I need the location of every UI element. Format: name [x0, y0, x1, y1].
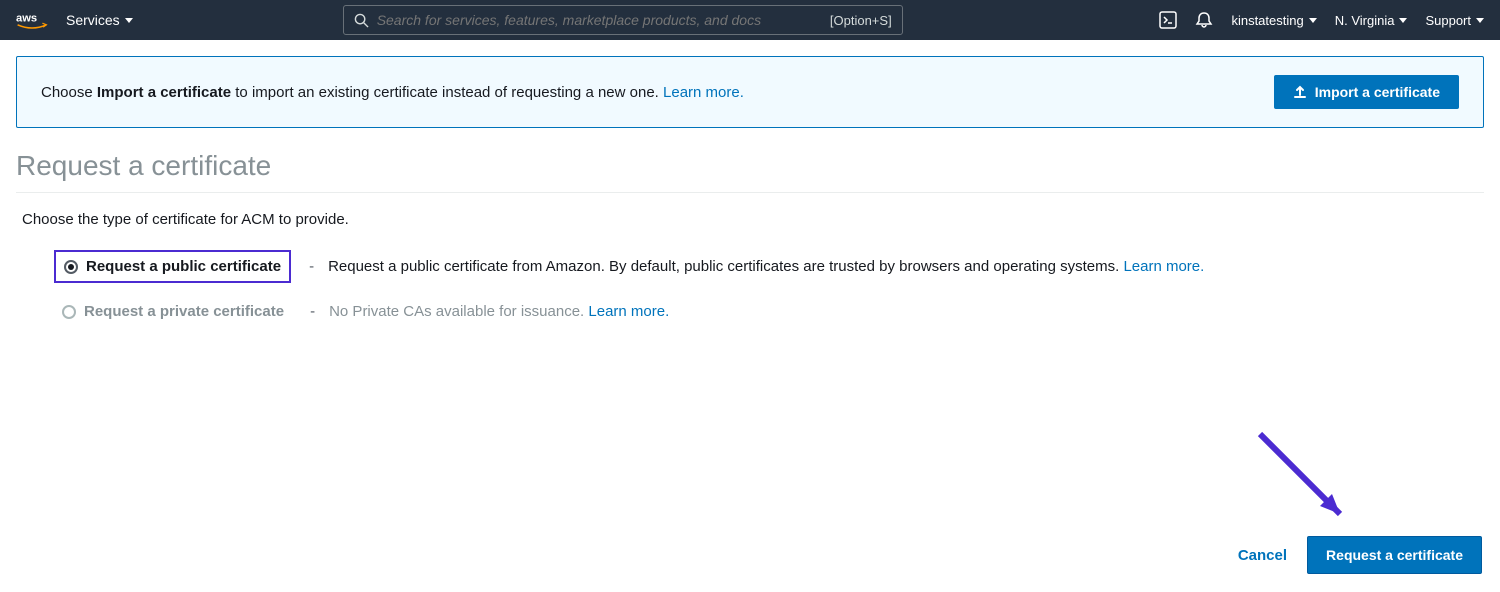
caret-down-icon [125, 18, 133, 23]
option-public-description: Request a public certificate from Amazon… [328, 258, 1204, 275]
option-private-row: Request a private certificate - No Priva… [54, 297, 1484, 326]
option-private-label: Request a private certificate [84, 303, 284, 320]
search-input[interactable] [377, 12, 830, 28]
account-menu[interactable]: kinstatesting [1231, 13, 1316, 28]
banner-prefix: Choose [41, 84, 97, 101]
upload-icon [1293, 85, 1307, 99]
account-label: kinstatesting [1231, 13, 1303, 28]
region-label: N. Virginia [1335, 13, 1395, 28]
option-private-radio[interactable]: Request a private certificate [54, 297, 292, 326]
aws-logo[interactable]: aws [16, 10, 48, 30]
import-button-label: Import a certificate [1315, 84, 1440, 100]
radio-unchecked-icon [62, 305, 76, 319]
banner-suffix: to import an existing certificate instea… [231, 84, 663, 101]
footer-actions: Cancel Request a certificate [1238, 536, 1482, 574]
services-menu[interactable]: Services [66, 12, 133, 28]
option-public-label: Request a public certificate [86, 258, 281, 275]
bell-icon[interactable] [1195, 11, 1213, 29]
certificate-type-options: Request a public certificate - Request a… [16, 250, 1484, 326]
search-shortcut: [Option+S] [830, 13, 892, 28]
option-public-radio[interactable]: Request a public certificate [54, 250, 291, 283]
search-box[interactable]: [Option+S] [343, 5, 903, 35]
option-dash: - [309, 258, 314, 275]
support-label: Support [1425, 13, 1471, 28]
request-certificate-button[interactable]: Request a certificate [1307, 536, 1482, 574]
caret-down-icon [1309, 18, 1317, 23]
services-label: Services [66, 12, 120, 28]
main-content: Choose Import a certificate to import an… [0, 40, 1500, 356]
import-certificate-button[interactable]: Import a certificate [1274, 75, 1459, 109]
annotation-arrow [1250, 424, 1360, 537]
cancel-button[interactable]: Cancel [1238, 547, 1287, 564]
aws-header: aws Services [Option+S] kinstatesting N.… [0, 0, 1500, 40]
banner-strong: Import a certificate [97, 84, 231, 101]
option-public-learn-more-link[interactable]: Learn more. [1123, 258, 1204, 275]
banner-learn-more-link[interactable]: Learn more. [663, 84, 744, 101]
region-menu[interactable]: N. Virginia [1335, 13, 1408, 28]
banner-text: Choose Import a certificate to import an… [41, 84, 1254, 101]
radio-checked-icon [64, 260, 78, 274]
caret-down-icon [1399, 18, 1407, 23]
page-subtitle: Choose the type of certificate for ACM t… [22, 211, 1484, 228]
option-public-row: Request a public certificate - Request a… [54, 250, 1484, 283]
import-info-banner: Choose Import a certificate to import an… [16, 56, 1484, 128]
support-menu[interactable]: Support [1425, 13, 1484, 28]
caret-down-icon [1476, 18, 1484, 23]
option-dash: - [310, 303, 315, 320]
svg-text:aws: aws [16, 13, 37, 25]
search-icon [354, 13, 369, 28]
cloudshell-icon[interactable] [1159, 11, 1177, 29]
page-title: Request a certificate [16, 144, 1484, 193]
header-right: kinstatesting N. Virginia Support [1159, 11, 1484, 29]
option-private-learn-more-link[interactable]: Learn more. [588, 303, 669, 320]
search-container: [Option+S] [343, 5, 903, 35]
option-private-description: No Private CAs available for issuance. L… [329, 303, 669, 320]
